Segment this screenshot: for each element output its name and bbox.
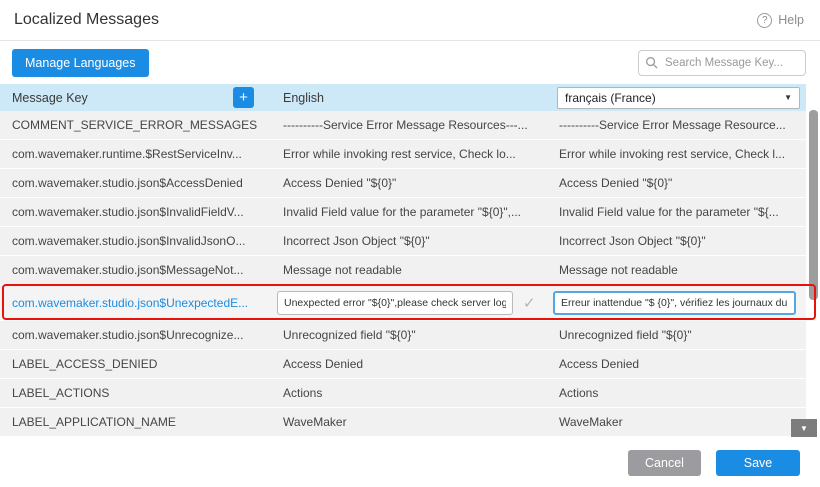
titlebar: Localized Messages ? Help [0,0,820,41]
toolbar: Manage Languages [0,42,820,84]
translation-cell: Message not readable [547,256,806,284]
column-header-language: français (France) ▼ [547,84,806,111]
translation-cell [547,285,806,320]
translation-cell: Access Denied [547,350,806,378]
english-cell: Invalid Field value for the parameter "$… [271,198,547,226]
table-row[interactable]: LABEL_ACTIONSActionsActions [0,379,806,408]
english-cell: Unrecognized field "${0}" [271,321,547,349]
message-key-cell: LABEL_ACCESS_DENIED [0,350,271,378]
translation-cell: Incorrect Json Object "${0}" [547,227,806,255]
page-title: Localized Messages [14,11,159,29]
table-body: COMMENT_SERVICE_ERROR_MESSAGES----------… [0,111,806,437]
table-row[interactable]: COMMENT_SERVICE_ERROR_MESSAGES----------… [0,111,806,140]
message-key-cell: com.wavemaker.studio.json$InvalidFieldV.… [0,198,271,226]
help-button[interactable]: ? Help [757,13,804,28]
translation-cell: Unrecognized field "${0}" [547,321,806,349]
translation-cell: Error while invoking rest service, Check… [547,140,806,168]
message-key-header-label: Message Key [12,91,88,105]
chevron-down-icon: ▼ [784,93,792,102]
search-input[interactable] [638,50,806,76]
message-key-cell: LABEL_ACTIONS [0,379,271,407]
table-header: Message Key + English français (France) … [0,84,806,111]
english-header-label: English [283,91,324,105]
translation-cell: Access Denied "${0}" [547,169,806,197]
english-cell: Actions [271,379,547,407]
english-cell: Message not readable [271,256,547,284]
language-select-value: français (France) [565,91,656,105]
message-key-cell: com.wavemaker.studio.json$AccessDenied [0,169,271,197]
footer: Cancel Save [0,438,820,487]
column-header-english: English [271,84,547,111]
column-header-message-key: Message Key + [0,84,271,111]
english-cell: ✓ [271,285,547,320]
translation-cell: Actions [547,379,806,407]
help-label: Help [778,13,804,27]
confirm-check-icon[interactable]: ✓ [523,294,536,312]
search-box [638,50,806,76]
translation-input[interactable] [553,291,796,315]
table-row[interactable]: com.wavemaker.studio.json$Unrecognize...… [0,321,806,350]
message-key-cell: com.wavemaker.studio.json$MessageNot... [0,256,271,284]
table-row[interactable]: com.wavemaker.studio.json$UnexpectedE...… [0,285,806,321]
message-key-cell: LABEL_APPLICATION_NAME [0,408,271,436]
localized-messages-dialog: Localized Messages ? Help Manage Languag… [0,0,820,487]
translation-cell: Invalid Field value for the parameter "$… [547,198,806,226]
english-cell: Incorrect Json Object "${0}" [271,227,547,255]
messages-table: Message Key + English français (France) … [0,84,806,437]
scroll-down-button[interactable]: ▼ [791,419,817,437]
english-cell: WaveMaker [271,408,547,436]
message-key-cell: com.wavemaker.studio.json$InvalidJsonO..… [0,227,271,255]
table-row[interactable]: com.wavemaker.studio.json$AccessDeniedAc… [0,169,806,198]
table-row[interactable]: LABEL_APPLICATION_NAMEWaveMakerWaveMaker [0,408,806,437]
english-cell: ----------Service Error Message Resource… [271,111,547,139]
table-row[interactable]: com.wavemaker.runtime.$RestServiceInv...… [0,140,806,169]
save-button[interactable]: Save [716,450,800,476]
table-row[interactable]: com.wavemaker.studio.json$InvalidJsonO..… [0,227,806,256]
search-icon [645,56,658,69]
help-icon: ? [757,13,772,28]
cancel-button[interactable]: Cancel [628,450,701,476]
message-key-cell: COMMENT_SERVICE_ERROR_MESSAGES [0,111,271,139]
table-row[interactable]: com.wavemaker.studio.json$InvalidFieldV.… [0,198,806,227]
table-row[interactable]: LABEL_ACCESS_DENIEDAccess DeniedAccess D… [0,350,806,379]
manage-languages-button[interactable]: Manage Languages [12,49,149,77]
message-key-cell: com.wavemaker.studio.json$Unrecognize... [0,321,271,349]
translation-cell: WaveMaker [547,408,806,436]
message-key-cell: com.wavemaker.runtime.$RestServiceInv... [0,140,271,168]
translation-cell: ----------Service Error Message Resource… [547,111,806,139]
english-cell: Access Denied [271,350,547,378]
table-row[interactable]: com.wavemaker.studio.json$MessageNot...M… [0,256,806,285]
message-key-cell: com.wavemaker.studio.json$UnexpectedE... [0,285,271,320]
english-cell: Access Denied "${0}" [271,169,547,197]
add-message-key-button[interactable]: + [233,87,254,108]
english-input[interactable] [277,291,513,315]
language-select[interactable]: français (France) ▼ [557,87,800,109]
english-cell: Error while invoking rest service, Check… [271,140,547,168]
scrollbar-thumb[interactable] [809,110,818,300]
